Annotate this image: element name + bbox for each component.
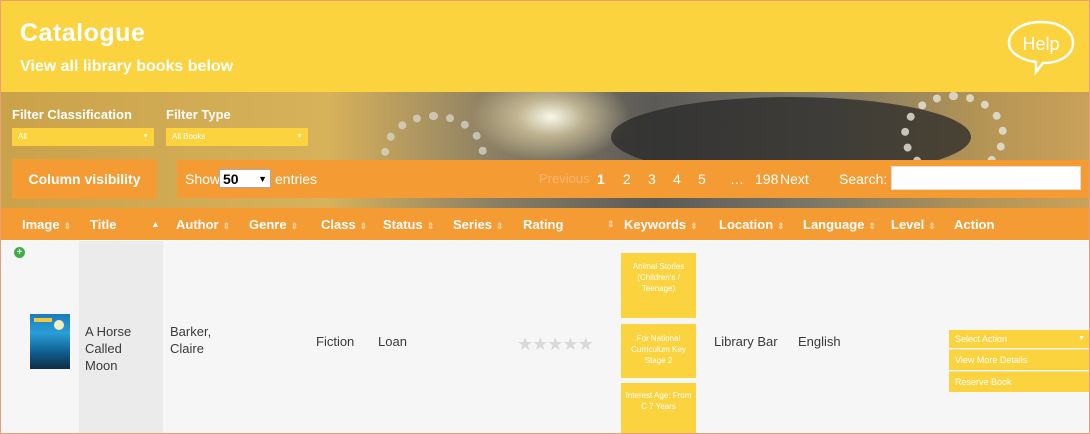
reserve-book-option[interactable]: Reserve Book bbox=[949, 371, 1089, 392]
sort-icon: ⇕ bbox=[777, 221, 785, 231]
book-author: Barker, Claire bbox=[170, 324, 212, 356]
column-header-series[interactable]: Series ⇕ bbox=[453, 217, 504, 232]
book-location: Library Bar bbox=[714, 334, 778, 349]
chevron-down-icon: ▼ bbox=[258, 174, 267, 184]
entries-label: entries bbox=[275, 171, 318, 187]
sort-icon: ⇕ bbox=[607, 219, 615, 229]
book-status: Loan bbox=[378, 334, 407, 349]
pagination-page-2[interactable]: 2 bbox=[623, 171, 631, 187]
sort-icon: ⇕ bbox=[290, 221, 299, 231]
column-header-language[interactable]: Language ⇕ bbox=[803, 217, 876, 232]
action-select-label: Select Action bbox=[955, 334, 1008, 344]
sort-ascending-icon: ▲ bbox=[151, 219, 160, 229]
star-icon: ★ bbox=[547, 334, 563, 354]
column-header-genre[interactable]: Genre ⇕ bbox=[249, 217, 298, 232]
filter-type-select[interactable]: All Books ▼ bbox=[166, 128, 308, 146]
table-toolbar: Show 50 ▼ entries Previous 1 2 3 4 5 … 1… bbox=[177, 160, 1089, 198]
star-icon: ★ bbox=[577, 334, 594, 354]
keyword-tag[interactable]: For National Curriculum Key Stage 2 bbox=[621, 324, 696, 378]
pagination-page-4[interactable]: 4 bbox=[673, 171, 681, 187]
column-header-keywords[interactable]: Keywords ⇕ bbox=[624, 217, 698, 232]
catalogue-page: Catalogue View all library books below H… bbox=[0, 0, 1090, 434]
filter-classification-label: Filter Classification bbox=[12, 107, 132, 122]
page-subtitle: View all library books below bbox=[20, 58, 234, 75]
chevron-down-icon: ▼ bbox=[142, 133, 149, 140]
column-header-rating[interactable]: Rating bbox=[523, 217, 563, 232]
speech-bubble-icon: Help bbox=[1007, 20, 1075, 76]
pagination-previous[interactable]: Previous bbox=[539, 171, 590, 186]
sort-icon: ⇕ bbox=[868, 221, 876, 231]
pagination-ellipsis: … bbox=[730, 171, 744, 187]
star-icon: ★ bbox=[532, 334, 548, 354]
sort-icon: ⇕ bbox=[222, 221, 231, 231]
pagination-page-5[interactable]: 5 bbox=[698, 171, 706, 187]
entries-value: 50 bbox=[223, 171, 239, 187]
sort-icon: ⇕ bbox=[426, 221, 435, 231]
keyword-tag[interactable]: Interest Age: From C 7 Years bbox=[621, 383, 696, 433]
book-class: Fiction bbox=[316, 334, 355, 349]
pagination-page-3[interactable]: 3 bbox=[648, 171, 656, 187]
column-header-author[interactable]: Author ⇕ bbox=[176, 217, 230, 232]
filter-type-label: Filter Type bbox=[166, 107, 231, 122]
chevron-down-icon: ▼ bbox=[1078, 335, 1085, 342]
show-label: Show bbox=[185, 171, 221, 187]
filter-classification-select[interactable]: All ▼ bbox=[12, 128, 154, 146]
keyword-tag[interactable]: Animal Stories (Children's / Teenage) bbox=[621, 253, 696, 318]
column-header-status[interactable]: Status ⇕ bbox=[383, 217, 434, 232]
pagination-next[interactable]: Next bbox=[780, 171, 809, 187]
page-header: Catalogue View all library books below H… bbox=[1, 1, 1089, 92]
book-language: English bbox=[798, 334, 841, 349]
column-header-title[interactable]: Title bbox=[90, 217, 117, 232]
view-more-details-option[interactable]: View More Details bbox=[949, 349, 1089, 370]
column-header-action: Action bbox=[954, 217, 995, 232]
pagination-page-1[interactable]: 1 bbox=[597, 171, 605, 187]
column-header-class[interactable]: Class ⇕ bbox=[321, 217, 367, 232]
sort-icon: ⇕ bbox=[63, 221, 72, 231]
table-header: Image ⇕ Title ▲ Author ⇕ Genre ⇕ Class ⇕ Sta… bbox=[1, 208, 1089, 240]
help-label: Help bbox=[1022, 34, 1059, 54]
star-icon: ★ bbox=[517, 334, 533, 354]
sort-icon: ⇕ bbox=[690, 221, 698, 231]
star-icon: ★ bbox=[562, 334, 578, 354]
column-header-level[interactable]: Level ⇕ bbox=[891, 217, 936, 232]
sort-icon: ⇕ bbox=[496, 221, 504, 231]
filter-classification-value: All bbox=[18, 132, 27, 141]
filter-type-value: All Books bbox=[172, 132, 206, 141]
help-button[interactable]: Help bbox=[1006, 19, 1076, 76]
search-input[interactable] bbox=[891, 166, 1081, 190]
book-cover-image[interactable] bbox=[30, 314, 70, 369]
column-header-location[interactable]: Location ⇕ bbox=[719, 217, 785, 232]
book-title[interactable]: A Horse Called Moon bbox=[85, 323, 157, 374]
expand-row-icon[interactable]: + bbox=[14, 247, 25, 258]
pagination-last-page[interactable]: 198 bbox=[755, 171, 778, 187]
search-label: Search: bbox=[839, 171, 888, 187]
action-select[interactable]: Select Action ▼ bbox=[949, 330, 1089, 348]
entries-select[interactable]: 50 ▼ bbox=[219, 169, 271, 188]
column-visibility-button[interactable]: Column visibility bbox=[12, 159, 157, 199]
sort-icon: ⇕ bbox=[928, 221, 936, 231]
star-rating[interactable]: ★★★★★ bbox=[517, 334, 594, 355]
page-title: Catalogue bbox=[20, 19, 146, 47]
column-header-image[interactable]: Image ⇕ bbox=[22, 217, 71, 232]
sort-icon: ⇕ bbox=[359, 221, 368, 231]
chevron-down-icon: ▼ bbox=[296, 133, 303, 140]
